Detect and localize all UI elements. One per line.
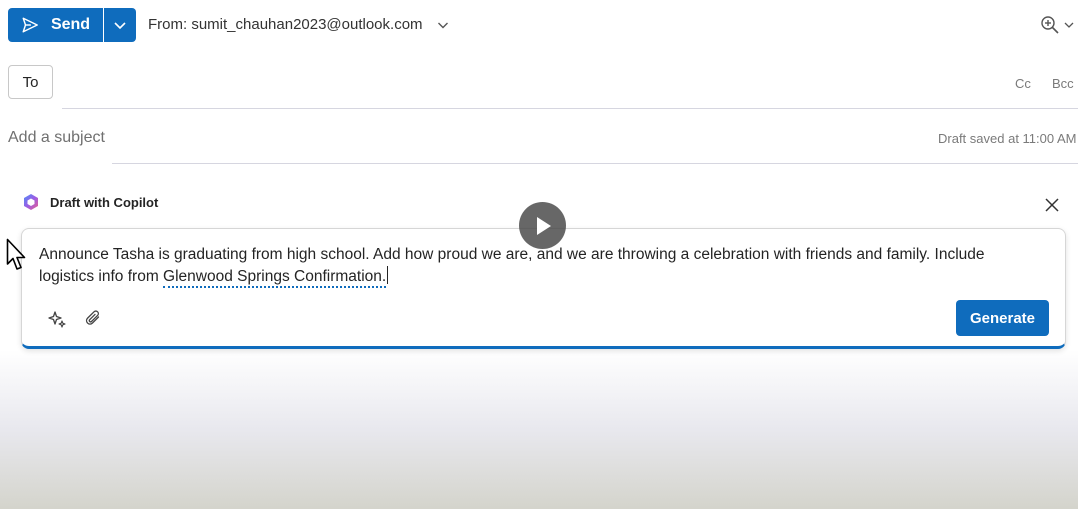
to-input[interactable] — [62, 70, 992, 96]
reference-link[interactable]: Glenwood Springs Confirmation. — [163, 268, 387, 288]
video-play-button[interactable] — [519, 202, 566, 249]
text-caret — [387, 266, 389, 284]
bcc-button[interactable]: Bcc — [1052, 76, 1074, 91]
sparkle-icon[interactable] — [47, 309, 67, 329]
copilot-header: Draft with Copilot — [22, 193, 158, 211]
to-button[interactable]: To — [8, 65, 53, 99]
copilot-title: Draft with Copilot — [50, 194, 159, 210]
send-icon — [22, 17, 38, 33]
chevron-down-icon — [114, 22, 126, 30]
generate-button[interactable]: Generate — [956, 300, 1049, 336]
send-options-button[interactable] — [104, 8, 136, 42]
send-button[interactable]: Send — [8, 8, 103, 42]
zoom-in-icon — [1041, 16, 1059, 34]
close-icon[interactable] — [1043, 196, 1061, 214]
subject-input[interactable] — [8, 125, 808, 151]
draft-status: Draft saved at 11:00 AM — [938, 131, 1077, 146]
zoom-button[interactable] — [1040, 15, 1074, 35]
play-icon — [536, 216, 551, 235]
chevron-down-icon — [437, 22, 448, 28]
paperclip-icon[interactable] — [84, 309, 104, 329]
chevron-down-icon — [1064, 22, 1074, 28]
cc-button[interactable]: Cc — [1015, 76, 1031, 91]
mouse-pointer-icon — [6, 238, 26, 270]
compose-window: Send From: sumit_chauhan2023@outlook.com… — [0, 0, 1078, 509]
send-label: Send — [50, 16, 91, 33]
copilot-prompt-input[interactable]: Announce Tasha is graduating from high s… — [39, 244, 1039, 288]
send-split-button: Send — [8, 8, 136, 42]
from-selector[interactable]: From: sumit_chauhan2023@outlook.com — [148, 16, 449, 33]
copilot-logo-icon — [24, 194, 38, 210]
divider — [112, 163, 1078, 164]
divider — [62, 108, 1078, 109]
from-label: From: sumit_chauhan2023@outlook.com — [148, 16, 423, 33]
